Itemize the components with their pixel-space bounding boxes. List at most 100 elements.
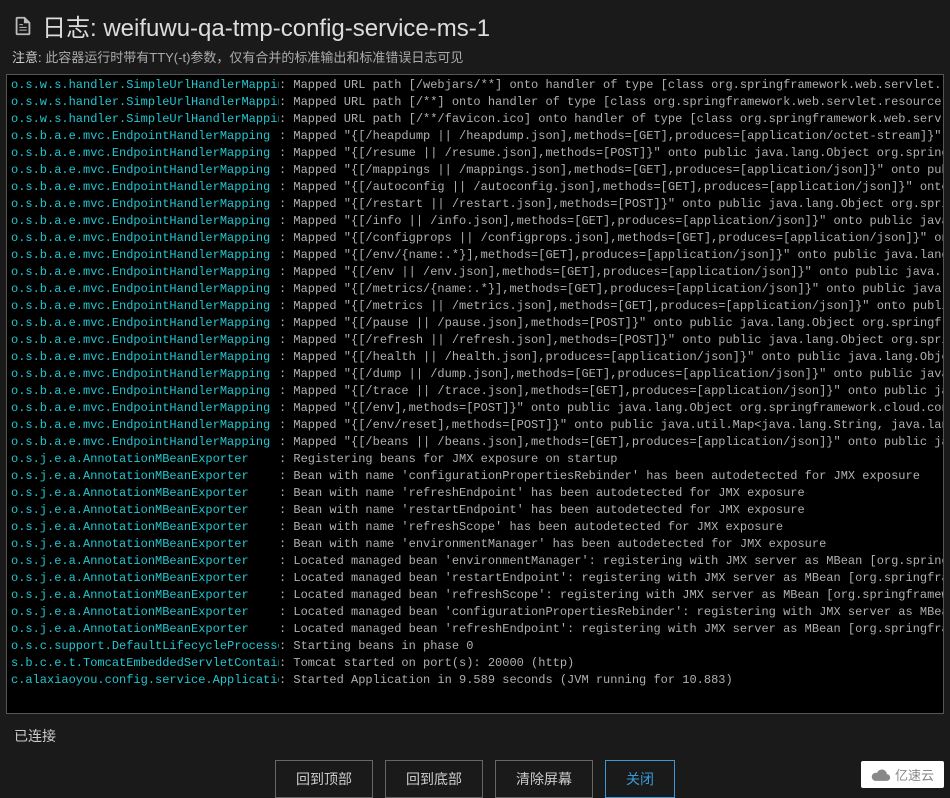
log-message: : Mapped "{[/autoconfig || /autoconfig.j… [279,179,944,196]
log-line: o.s.b.a.e.mvc.EndpointHandlerMapping : M… [11,383,939,400]
log-line: o.s.b.a.e.mvc.EndpointHandlerMapping : M… [11,213,939,230]
log-source: o.s.b.a.e.mvc.EndpointHandlerMapping [11,349,279,366]
log-line: o.s.j.e.a.AnnotationMBeanExporter : Loca… [11,553,939,570]
log-message: : Located managed bean 'environmentManag… [279,553,944,570]
log-line: o.s.b.a.e.mvc.EndpointHandlerMapping : M… [11,179,939,196]
log-source: c.alaxiaoyou.config.service.Application [11,672,279,689]
log-message: : Mapped "{[/metrics || /metrics.json],m… [279,298,944,315]
log-source: o.s.c.support.DefaultLifecycleProcessor [11,638,279,655]
log-message: : Mapped "{[/resume || /resume.json],met… [279,145,944,162]
log-source: o.s.b.a.e.mvc.EndpointHandlerMapping [11,213,279,230]
log-line: o.s.j.e.a.AnnotationMBeanExporter : Bean… [11,485,939,502]
log-source: o.s.b.a.e.mvc.EndpointHandlerMapping [11,383,279,400]
log-line: o.s.b.a.e.mvc.EndpointHandlerMapping : M… [11,298,939,315]
log-message: : Mapped "{[/env],methods=[POST]}" onto … [279,400,944,417]
log-line: o.s.c.support.DefaultLifecycleProcessor … [11,638,939,655]
button-bar: 回到顶部 回到底部 清除屏幕 关闭 [0,760,950,798]
log-line: s.b.c.e.t.TomcatEmbeddedServletContainer… [11,655,939,672]
log-source: o.s.j.e.a.AnnotationMBeanExporter [11,553,279,570]
close-button[interactable]: 关闭 [605,760,675,798]
log-line: o.s.j.e.a.AnnotationMBeanExporter : Bean… [11,468,939,485]
log-line: o.s.b.a.e.mvc.EndpointHandlerMapping : M… [11,264,939,281]
log-source: o.s.j.e.a.AnnotationMBeanExporter [11,519,279,536]
log-message: : Mapped URL path [/**] onto handler of … [279,94,944,111]
connection-status: 已连接 [14,728,56,744]
log-source: o.s.b.a.e.mvc.EndpointHandlerMapping [11,332,279,349]
log-line: o.s.j.e.a.AnnotationMBeanExporter : Bean… [11,536,939,553]
header: 日志: weifuwu-qa-tmp-config-service-ms-1 注… [0,0,950,70]
log-message: : Mapped "{[/trace || /trace.json],metho… [279,383,944,400]
log-line: o.s.w.s.handler.SimpleUrlHandlerMapping … [11,94,939,111]
log-line: o.s.b.a.e.mvc.EndpointHandlerMapping : M… [11,281,939,298]
log-source: o.s.b.a.e.mvc.EndpointHandlerMapping [11,196,279,213]
log-message: : Mapped URL path [/webjars/**] onto han… [279,77,944,94]
clear-screen-button[interactable]: 清除屏幕 [495,760,593,798]
log-source: o.s.j.e.a.AnnotationMBeanExporter [11,536,279,553]
log-source: o.s.j.e.a.AnnotationMBeanExporter [11,587,279,604]
log-message: : Bean with name 'refreshScope' has been… [279,519,783,536]
log-message: : Located managed bean 'refreshEndpoint'… [279,621,944,638]
log-source: o.s.j.e.a.AnnotationMBeanExporter [11,451,279,468]
scroll-top-button[interactable]: 回到顶部 [275,760,373,798]
status-bar: 已连接 [0,718,950,754]
log-line: o.s.j.e.a.AnnotationMBeanExporter : Loca… [11,587,939,604]
log-message: : Tomcat started on port(s): 20000 (http… [279,655,574,672]
cloud-icon [871,768,891,782]
log-message: : Mapped URL path [/**/favicon.ico] onto… [279,111,944,128]
log-message: : Located managed bean 'restartEndpoint'… [279,570,944,587]
log-message: : Starting beans in phase 0 [279,638,473,655]
log-line: o.s.w.s.handler.SimpleUrlHandlerMapping … [11,111,939,128]
log-line: o.s.w.s.handler.SimpleUrlHandlerMapping … [11,77,939,94]
log-source: o.s.b.a.e.mvc.EndpointHandlerMapping [11,145,279,162]
log-source: o.s.b.a.e.mvc.EndpointHandlerMapping [11,247,279,264]
notice-body: 此容器运行时带有TTY(-t)参数，仅有合并的标准输出和标准错误日志可见 [45,50,463,65]
log-message: : Mapped "{[/mappings || /mappings.json]… [279,162,944,179]
log-source: o.s.b.a.e.mvc.EndpointHandlerMapping [11,298,279,315]
log-viewer[interactable]: o.s.w.s.handler.SimpleUrlHandlerMapping … [6,74,944,714]
log-message: : Mapped "{[/heapdump || /heapdump.json]… [279,128,944,145]
log-message: : Mapped "{[/pause || /pause.json],metho… [279,315,944,332]
log-source: o.s.b.a.e.mvc.EndpointHandlerMapping [11,162,279,179]
log-source: o.s.b.a.e.mvc.EndpointHandlerMapping [11,128,279,145]
log-source: o.s.j.e.a.AnnotationMBeanExporter [11,604,279,621]
log-message: : Bean with name 'environmentManager' ha… [279,536,826,553]
log-message: : Bean with name 'restartEndpoint' has b… [279,502,805,519]
log-source: o.s.b.a.e.mvc.EndpointHandlerMapping [11,417,279,434]
log-line: o.s.b.a.e.mvc.EndpointHandlerMapping : M… [11,315,939,332]
watermark-text: 亿速云 [895,765,934,784]
log-source: o.s.b.a.e.mvc.EndpointHandlerMapping [11,434,279,451]
log-line: o.s.j.e.a.AnnotationMBeanExporter : Loca… [11,621,939,638]
log-message: : Mapped "{[/env/reset],methods=[POST]}"… [279,417,944,434]
log-source: s.b.c.e.t.TomcatEmbeddedServletContainer [11,655,279,672]
scroll-bottom-button[interactable]: 回到底部 [385,760,483,798]
log-line: o.s.b.a.e.mvc.EndpointHandlerMapping : M… [11,128,939,145]
log-message: : Mapped "{[/env/{name:.*}],methods=[GET… [279,247,944,264]
log-line: o.s.b.a.e.mvc.EndpointHandlerMapping : M… [11,417,939,434]
log-source: o.s.j.e.a.AnnotationMBeanExporter [11,502,279,519]
log-source: o.s.b.a.e.mvc.EndpointHandlerMapping [11,179,279,196]
log-message: : Bean with name 'refreshEndpoint' has b… [279,485,805,502]
log-message: : Mapped "{[/metrics/{name:.*}],methods=… [279,281,944,298]
log-message: : Mapped "{[/restart || /restart.json],m… [279,196,944,213]
document-icon [12,15,34,37]
log-message: : Mapped "{[/info || /info.json],methods… [279,213,944,230]
log-line: o.s.b.a.e.mvc.EndpointHandlerMapping : M… [11,162,939,179]
log-line: o.s.b.a.e.mvc.EndpointHandlerMapping : M… [11,247,939,264]
notice-label: 注意: [12,50,42,65]
log-source: o.s.j.e.a.AnnotationMBeanExporter [11,468,279,485]
log-message: : Mapped "{[/refresh || /refresh.json],m… [279,332,944,349]
log-message: : Mapped "{[/env || /env.json],methods=[… [279,264,944,281]
log-line: o.s.j.e.a.AnnotationMBeanExporter : Loca… [11,604,939,621]
log-message: : Registering beans for JMX exposure on … [279,451,617,468]
log-line: o.s.j.e.a.AnnotationMBeanExporter : Bean… [11,502,939,519]
log-line: c.alaxiaoyou.config.service.Application … [11,672,939,689]
log-source: o.s.w.s.handler.SimpleUrlHandlerMapping [11,94,279,111]
log-message: : Mapped "{[/configprops || /configprops… [279,230,944,247]
notice-text: 注意: 此容器运行时带有TTY(-t)参数，仅有合并的标准输出和标准错误日志可见 [12,47,938,66]
log-line: o.s.b.a.e.mvc.EndpointHandlerMapping : M… [11,230,939,247]
log-message: : Located managed bean 'configurationPro… [279,604,944,621]
log-source: o.s.b.a.e.mvc.EndpointHandlerMapping [11,400,279,417]
log-line: o.s.b.a.e.mvc.EndpointHandlerMapping : M… [11,332,939,349]
log-line: o.s.b.a.e.mvc.EndpointHandlerMapping : M… [11,349,939,366]
log-message: : Located managed bean 'refreshScope': r… [279,587,944,604]
